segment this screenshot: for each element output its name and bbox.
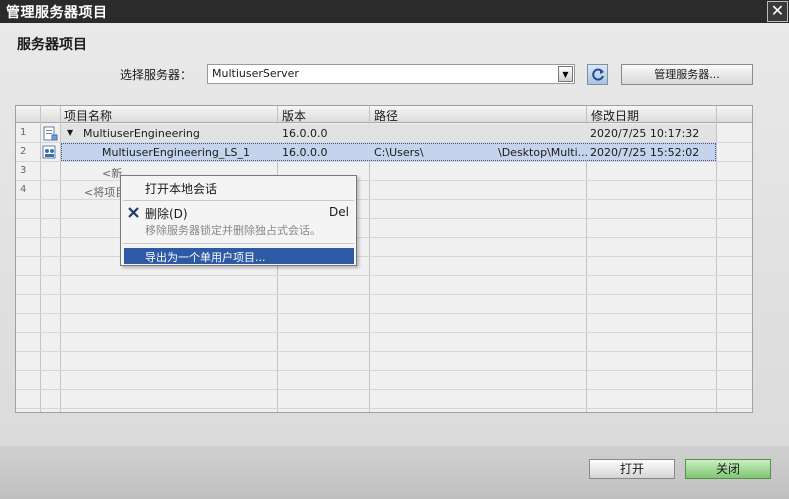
- row-divider: [16, 332, 752, 333]
- refresh-icon: [592, 68, 604, 81]
- dialog-body: 服务器项目 选择服务器： MultiuserServer ▼ 管理服务器... …: [0, 23, 789, 499]
- row-divider: [16, 408, 752, 409]
- column-divider: [40, 106, 41, 412]
- menu-item-delete-description: 移除服务器锁定并删除独占式会话。: [145, 224, 321, 237]
- local-session-icon: [42, 145, 56, 159]
- row-divider: [16, 313, 752, 314]
- menu-item-delete[interactable]: 删除(D): [145, 205, 188, 222]
- server-select[interactable]: MultiuserServer ▼: [207, 64, 575, 84]
- server-select-value: MultiuserServer: [212, 67, 299, 80]
- column-divider: [716, 106, 717, 412]
- chevron-down-icon[interactable]: ▼: [558, 66, 573, 82]
- menu-item-open-local-session[interactable]: 打开本地会话: [145, 180, 217, 197]
- session-path-suffix: \Desktop\Multi...: [498, 146, 589, 159]
- open-button[interactable]: 打开: [589, 459, 675, 479]
- row-divider: [16, 351, 752, 352]
- project-icon: [43, 126, 58, 141]
- table-header: 项目名称 版本 路径 修改日期: [16, 106, 752, 124]
- column-header-modified[interactable]: 修改日期: [591, 107, 639, 124]
- section-title: 服务器项目: [17, 37, 87, 53]
- column-header-version[interactable]: 版本: [282, 107, 306, 124]
- manage-servers-button[interactable]: 管理服务器...: [621, 64, 753, 85]
- row-number: 4: [20, 184, 27, 195]
- window-title: 管理服务器项目: [6, 5, 108, 21]
- project-name: MultiuserEngineering: [83, 127, 200, 140]
- session-version: 16.0.0.0: [282, 146, 328, 159]
- title-bar: 管理服务器项目 ✕: [0, 0, 789, 23]
- session-modified: 2020/7/25 15:52:02: [590, 146, 700, 159]
- menu-item-export-single-user[interactable]: 导出为一个单用户项目...: [145, 249, 266, 265]
- column-header-path[interactable]: 路径: [374, 107, 398, 124]
- menu-item-delete-shortcut: Del: [329, 205, 349, 219]
- column-header-name[interactable]: 项目名称: [64, 107, 112, 124]
- project-modified: 2020/7/25 10:17:32: [590, 127, 700, 140]
- session-name: MultiuserEngineering_LS_1: [102, 146, 250, 159]
- delete-x-icon: [128, 207, 139, 218]
- row-number: 2: [20, 146, 27, 157]
- row-divider: [16, 370, 752, 371]
- context-menu: 打开本地会话 删除(D) Del 移除服务器锁定并删除独占式会话。 导出为一个单…: [120, 175, 357, 266]
- window-close-button[interactable]: ✕: [767, 1, 788, 22]
- row-number: 1: [20, 127, 27, 138]
- server-select-label: 选择服务器：: [120, 68, 193, 82]
- row-number: 3: [20, 165, 27, 176]
- row-divider: [16, 275, 752, 276]
- row-divider: [16, 161, 752, 162]
- session-path-prefix: C:\Users\: [374, 146, 424, 159]
- project-version: 16.0.0.0: [282, 127, 328, 140]
- close-button[interactable]: 关闭: [685, 459, 771, 479]
- row-divider: [16, 389, 752, 390]
- menu-separator: [123, 200, 354, 201]
- menu-separator: [123, 243, 354, 244]
- refresh-button[interactable]: [587, 64, 608, 85]
- row-divider: [16, 294, 752, 295]
- expand-icon[interactable]: ▼: [67, 128, 73, 137]
